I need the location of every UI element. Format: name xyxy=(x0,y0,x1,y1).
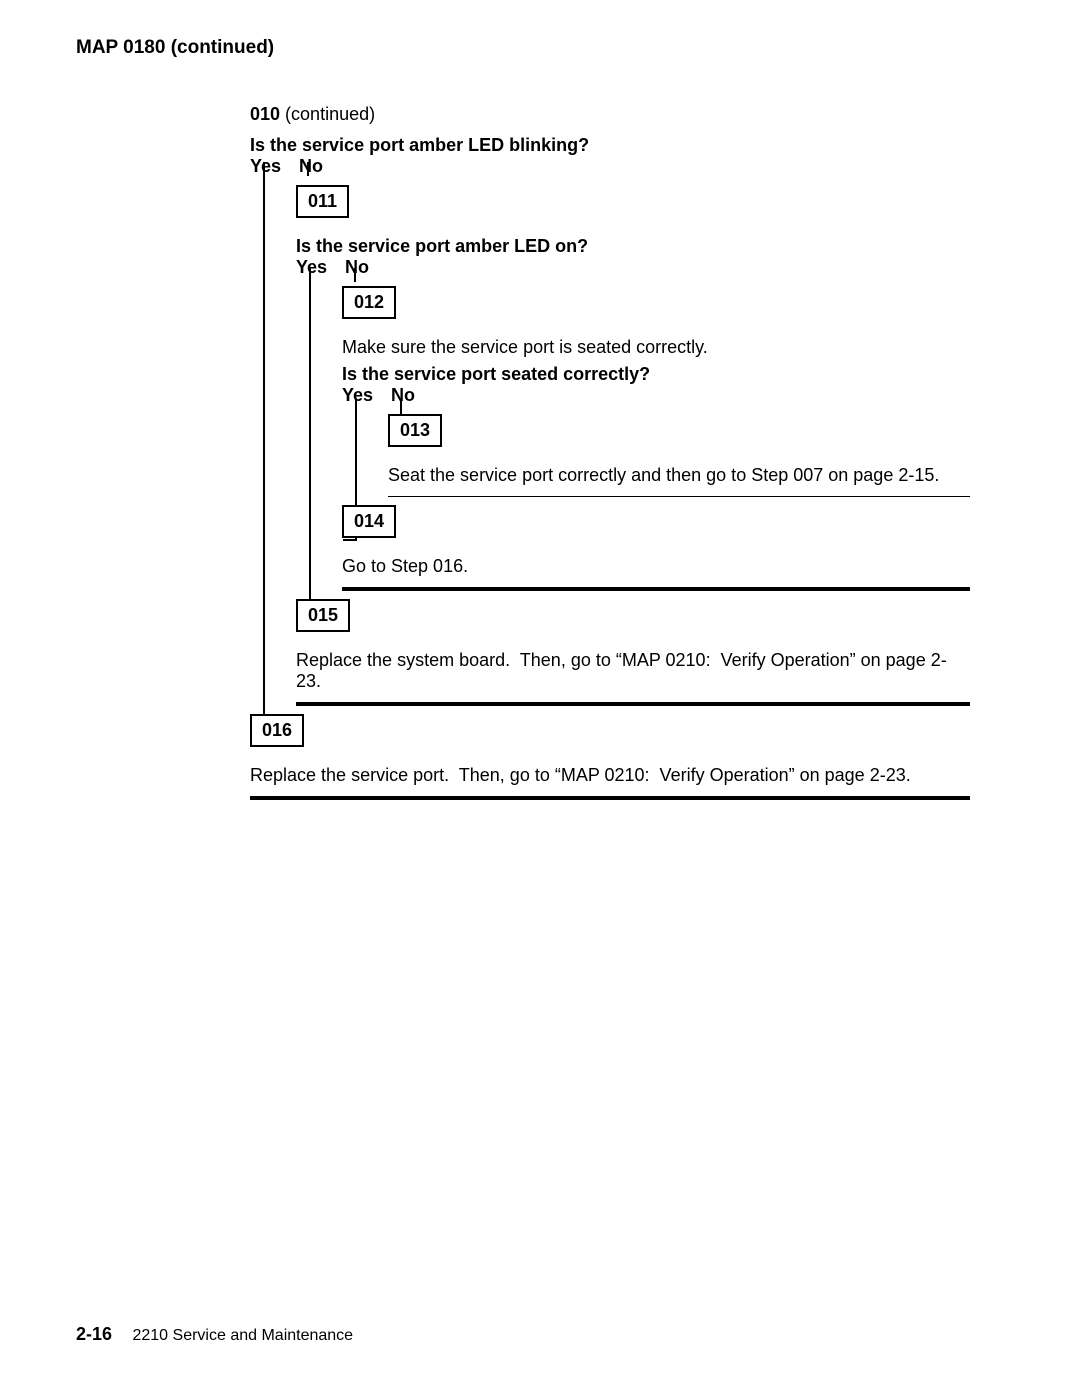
step-015-text: Replace the system board. Then, go to “M… xyxy=(296,650,970,692)
rule xyxy=(296,702,970,706)
manual-title: 2210 Service and Maintenance xyxy=(132,1327,353,1344)
no-label: No xyxy=(391,385,415,406)
rule xyxy=(250,796,970,800)
rule xyxy=(342,587,970,591)
yes-no-1: Yes No xyxy=(250,156,970,177)
rule xyxy=(388,496,970,497)
step-012-text: Make sure the service port is seated cor… xyxy=(342,337,970,358)
step-013-text: Seat the service port correctly and then… xyxy=(388,465,970,486)
running-header: MAP 0180 (continued) xyxy=(76,37,274,59)
footer: 2-16 2210 Service and Maintenance xyxy=(76,1324,353,1345)
map-flow: 010 (continued) Is the service port ambe… xyxy=(250,104,970,800)
yes-no-2: Yes No xyxy=(296,257,970,278)
step-012-box: 012 xyxy=(342,286,396,319)
yes-label: Yes xyxy=(296,257,340,278)
question-2: Is the service port amber LED on? xyxy=(296,236,970,257)
step-suffix: (continued) xyxy=(280,104,375,124)
page-number: 2-16 xyxy=(76,1324,112,1344)
question-3: Is the service port seated correctly? xyxy=(342,364,970,385)
question-1: Is the service port amber LED blinking? xyxy=(250,135,970,156)
step-016-box: 016 xyxy=(250,714,304,747)
step-011-box: 011 xyxy=(296,185,349,218)
no-label: No xyxy=(345,257,369,278)
step-016-text: Replace the service port. Then, go to “M… xyxy=(250,765,970,786)
step-014-box: 014 xyxy=(342,505,396,538)
yes-label: Yes xyxy=(342,385,386,406)
step-013-box: 013 xyxy=(388,414,442,447)
yes-no-3: Yes No xyxy=(342,385,970,406)
step-014-text: Go to Step 016. xyxy=(342,556,970,577)
step-015-box: 015 xyxy=(296,599,350,632)
no-label: No xyxy=(299,156,323,177)
step-010: 010 (continued) xyxy=(250,104,970,125)
yes-label: Yes xyxy=(250,156,294,177)
step-number: 010 xyxy=(250,104,280,124)
